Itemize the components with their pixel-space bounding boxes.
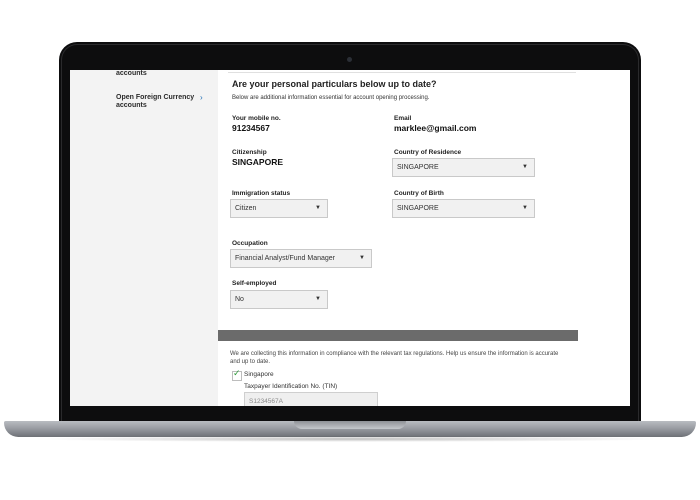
page-subtitle: Below are additional information essenti…	[232, 95, 430, 101]
page-title: Are your personal particulars below up t…	[232, 79, 437, 89]
tin-input[interactable]: S1234567A	[244, 392, 378, 406]
mobile-label: Your mobile no.	[232, 115, 281, 122]
country-residence-select[interactable]: SINGAPORE ▼	[392, 158, 535, 177]
country-birth-value: SINGAPORE	[397, 205, 439, 212]
occupation-label: Occupation	[232, 240, 268, 247]
email-label: Email	[394, 115, 412, 122]
country-residence-value: SINGAPORE	[397, 164, 439, 171]
tin-value: S1234567A	[249, 398, 283, 405]
immigration-status-select[interactable]: Citizen ▼	[230, 199, 328, 218]
mobile-value: 91234567	[232, 123, 270, 133]
laptop-shadow	[30, 436, 670, 442]
occupation-select[interactable]: Financial Analyst/Fund Manager ▼	[230, 249, 372, 268]
tin-label: Taxpayer Identification No. (TIN)	[244, 383, 338, 390]
sidebar: accounts Open Foreign Currency accounts …	[70, 70, 218, 406]
country-birth-label: Country of Birth	[394, 190, 444, 197]
citizenship-value: SINGAPORE	[232, 157, 284, 167]
divider	[228, 72, 576, 73]
citizenship-label: Citizenship	[232, 149, 267, 156]
chevron-right-icon: ›	[200, 93, 203, 102]
chevron-down-icon: ▼	[315, 296, 321, 302]
sidebar-item-accounts[interactable]: accounts	[116, 70, 200, 78]
country-residence-label: Country of Residence	[394, 149, 462, 156]
camera-icon	[347, 57, 352, 62]
singapore-checkbox-label: Singapore	[244, 371, 274, 378]
immigration-status-value: Citizen	[235, 205, 257, 212]
laptop-screen: accounts Open Foreign Currency accounts …	[70, 70, 630, 406]
chevron-down-icon: ▼	[359, 255, 365, 261]
laptop-notch	[294, 421, 406, 429]
occupation-value: Financial Analyst/Fund Manager	[235, 255, 335, 262]
sidebar-item-open-foreign-currency[interactable]: Open Foreign Currency accounts	[116, 94, 200, 110]
email-value: marklee@gmail.com	[394, 123, 477, 133]
self-employed-select[interactable]: No ▼	[230, 290, 328, 309]
chevron-down-icon: ▼	[522, 164, 528, 170]
compliance-text: We are collecting this information in co…	[230, 351, 559, 365]
chevron-down-icon: ▼	[315, 205, 321, 211]
country-birth-select[interactable]: SINGAPORE ▼	[392, 199, 535, 218]
immigration-status-label: Immigration status	[232, 190, 291, 197]
tax-section-header	[218, 330, 578, 341]
chevron-down-icon: ▼	[522, 205, 528, 211]
self-employed-label: Self-employed	[232, 280, 277, 287]
self-employed-value: No	[235, 296, 244, 303]
checkmark-icon: ✓	[233, 368, 241, 378]
